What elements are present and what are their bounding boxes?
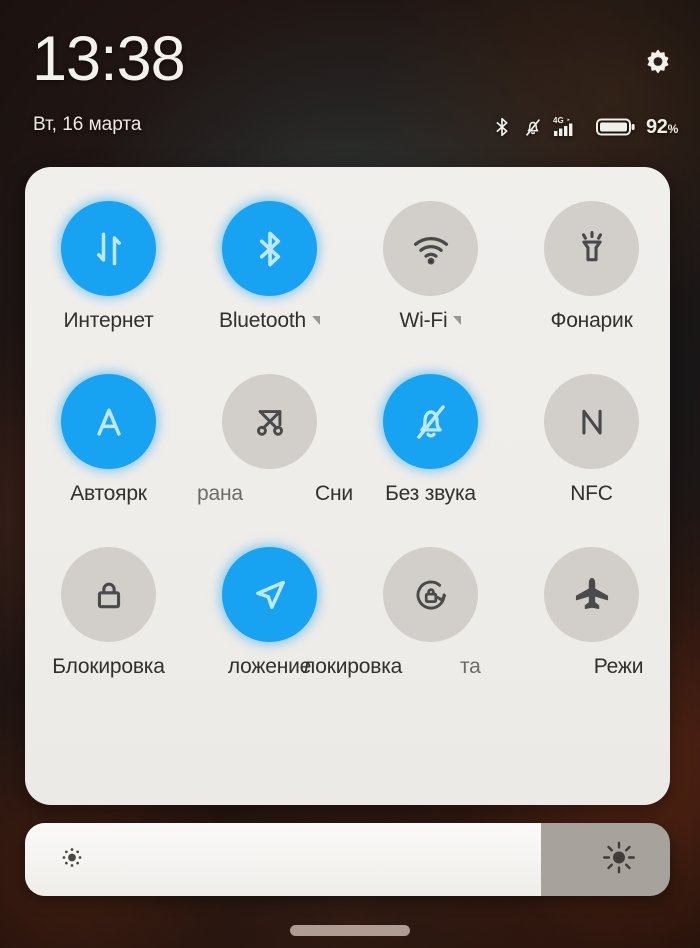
tile-label-airplane: Режи [593,655,644,678]
svg-text:4G: 4G [553,116,564,125]
gear-icon[interactable] [641,48,675,82]
battery-icon [595,115,636,139]
tile-label-flashlight: Фонарик [550,309,633,332]
internet-toggle[interactable] [61,201,156,296]
tile-screenshot[interactable]: рана Сни [189,374,353,508]
tile-label-transition-row2: рана [197,482,243,505]
location-arrow-icon [255,580,285,609]
tile-label-screenshot: рана Сни [197,482,353,505]
tile-label-rotation-lock: локировка та [303,655,481,678]
auto-brightness-toggle[interactable] [61,374,156,469]
tile-label-transition-row3: та [460,655,481,678]
lock-icon [97,582,120,608]
screen-lock-toggle[interactable] [61,547,156,642]
status-header: 13:38 Вт, 16 марта 4G 92% [0,0,700,160]
date-label: Вт, 16 марта [33,114,142,135]
bluetooth-toggle[interactable] [222,201,317,296]
rotation-lock-toggle[interactable] [383,547,478,642]
tile-internet[interactable]: Интернет [28,201,189,333]
quick-settings-panel: Интернет Bluetooth Wi-Fi Фонарик Автоярк… [25,167,670,805]
tile-label-bluetooth: Bluetooth [189,309,350,333]
tile-label-silent: Без звука [385,482,476,505]
screenshot-toggle[interactable] [222,374,317,469]
bell-muted-icon [416,404,445,439]
clock: 13:38 [32,24,186,94]
silent-toggle[interactable] [383,374,478,469]
tile-bluetooth[interactable]: Bluetooth [189,201,350,333]
airplane-toggle[interactable] [544,547,639,642]
airplane-icon [575,577,608,609]
nfc-toggle[interactable] [544,374,639,469]
tile-label-auto-brightness: Автоярк [70,482,147,505]
tile-label-internet: Интернет [63,309,154,332]
tile-label-nfc: NFC [570,482,613,505]
bluetooth-icon [259,231,280,266]
status-icons: 4G 92% [491,112,678,142]
data-transfer-icon [96,232,121,265]
tile-label-wifi: Wi-Fi [350,309,511,333]
brightness-slider[interactable] [25,823,670,896]
tile-label-screen-lock: Блокировка [52,655,165,678]
home-indicator[interactable] [290,925,410,936]
tile-rotation-lock[interactable]: локировка та [303,547,511,681]
screenshot-scissors-icon [256,409,283,436]
brightness-slider-fill [25,823,541,896]
expand-caret-icon[interactable] [453,316,462,325]
tile-nfc[interactable]: NFC [511,374,670,506]
tile-flashlight[interactable]: Фонарик [511,201,670,333]
battery-percent: 92% [645,115,678,138]
brightness-low-icon [59,844,85,875]
auto-brightness-icon [96,408,121,436]
wifi-toggle[interactable] [383,201,478,296]
tile-wifi[interactable]: Wi-Fi [350,201,511,333]
tile-silent[interactable]: Без звука [350,374,511,506]
wifi-icon [413,236,448,264]
brightness-high-icon [602,840,636,879]
signal-4g-icon: 4G [553,114,587,140]
bell-muted-icon [522,114,544,140]
location-toggle[interactable] [222,547,317,642]
tile-airplane[interactable]: Режи [511,547,670,679]
flashlight-toggle[interactable] [544,201,639,296]
bluetooth-icon [491,114,513,140]
expand-caret-icon[interactable] [311,316,320,325]
tile-screen-lock[interactable]: Блокировка [28,547,189,679]
tile-auto-brightness[interactable]: Автоярк [28,374,189,506]
nfc-icon [581,409,602,435]
flashlight-icon [581,230,602,261]
rotation-lock-icon [416,580,446,610]
